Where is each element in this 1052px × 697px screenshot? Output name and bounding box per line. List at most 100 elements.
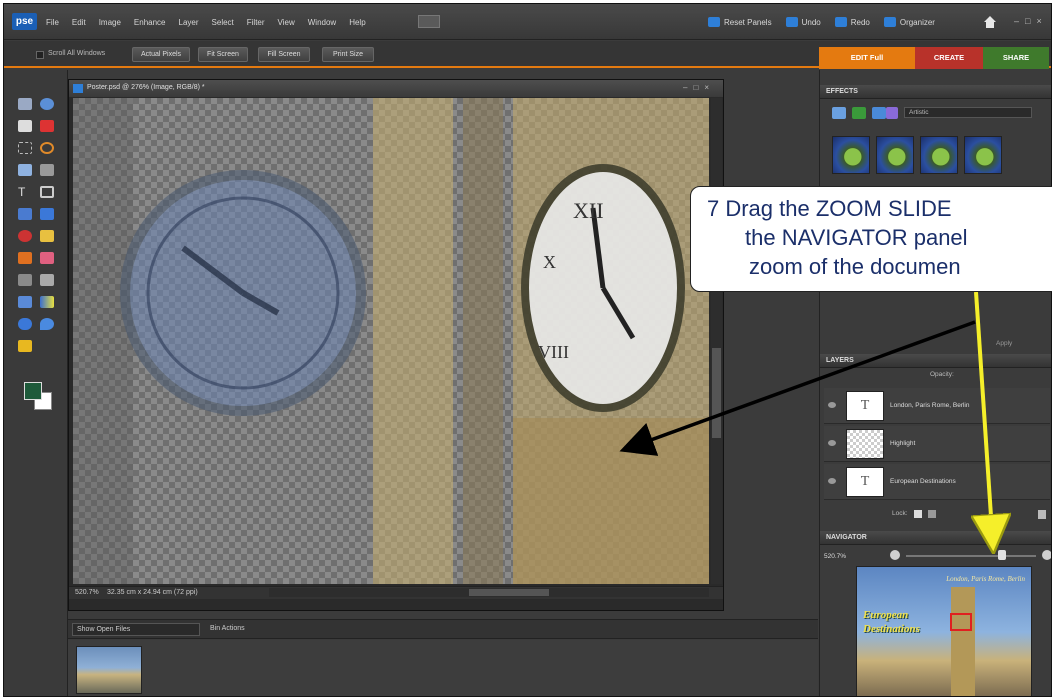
redo-button[interactable]: Redo [834,17,870,27]
layer-name: London, Paris Rome, Berlin [890,402,970,409]
zoom-slider-track[interactable] [906,555,1036,557]
visibility-eye-icon[interactable] [828,440,836,446]
organizer-label: Organizer [899,17,935,27]
effect-thumbnail-3[interactable] [920,136,958,174]
navigator-panel-header[interactable]: NAVIGATOR [820,531,1051,545]
quick-selection-tool-icon[interactable] [40,164,54,176]
image-canvas[interactable]: XII X VIII [73,98,709,584]
home-icon[interactable] [983,15,997,29]
window-controls[interactable]: –□× [1014,16,1048,26]
straighten-tool-icon[interactable] [40,208,54,220]
effects-category-select[interactable]: Artistic [904,107,1032,118]
clone-stamp-tool-icon[interactable] [18,252,32,264]
show-open-files-select[interactable]: Show Open Files [72,623,200,636]
brush-tool-icon[interactable] [18,274,32,286]
horizontal-scroll-thumb[interactable] [469,589,549,596]
toolbox: T [4,70,68,696]
undo-icon [785,17,798,27]
zoom-in-icon[interactable] [1042,550,1051,560]
effects-panel-header[interactable]: EFFECTS [820,85,1051,99]
layer-row[interactable]: T London, Paris Rome, Berlin [824,388,1050,424]
mode-tabs: EDIT Full CREATE SHARE [819,47,1049,69]
vertical-scroll-thumb[interactable] [712,348,721,438]
eyedropper-tool-icon[interactable] [40,120,54,132]
tab-edit-full[interactable]: EDIT Full [819,47,915,69]
scroll-all-checkbox[interactable] [36,51,44,59]
menu-edit[interactable]: Edit [72,18,86,27]
reset-panels-button[interactable]: Reset Panels [708,17,772,27]
effects-styles-icon[interactable] [852,107,866,119]
type-tool-icon[interactable]: T [18,186,32,198]
menu-view[interactable]: View [278,18,295,27]
zoom-out-icon[interactable] [890,550,900,560]
cookie-cutter-tool-icon[interactable] [18,208,32,220]
menu-file[interactable]: File [46,18,59,27]
healing-brush-tool-icon[interactable] [40,230,54,242]
trash-icon[interactable] [1038,510,1046,519]
zoom-slider-handle[interactable] [998,550,1006,560]
menu-enhance[interactable]: Enhance [134,18,166,27]
tab-create[interactable]: CREATE [915,47,983,69]
layout-menu-button[interactable] [418,15,440,28]
navigator-zoom-value: 520.7% [824,553,847,560]
menu-image[interactable]: Image [99,18,121,27]
effect-thumbnail-4[interactable] [964,136,1002,174]
menu-select[interactable]: Select [212,18,234,27]
menu-layer[interactable]: Layer [179,18,199,27]
smart-brush-tool-icon[interactable] [40,274,54,286]
lock-all-icon[interactable] [928,510,936,518]
layer-opacity-label[interactable]: Opacity: [930,371,954,378]
horizontal-scrollbar[interactable] [269,588,709,597]
open-file-thumbnail[interactable] [76,646,142,694]
undo-button[interactable]: Undo [785,17,821,27]
menu-help[interactable]: Help [349,18,365,27]
undo-label: Undo [801,17,821,27]
navigator-preview[interactable]: London, Paris Rome, Berlin European Dest… [856,566,1032,696]
tab-share[interactable]: SHARE [983,47,1049,69]
actual-pixels-button[interactable]: Actual Pixels [132,47,190,62]
fit-screen-button[interactable]: Fit Screen [198,47,248,62]
shape-tool-icon[interactable] [18,318,32,330]
effect-thumbnail-2[interactable] [876,136,914,174]
sponge-tool-icon[interactable] [18,340,32,352]
foreground-color-swatch[interactable] [24,382,42,400]
lock-transparent-icon[interactable] [914,510,922,518]
eraser-tool-icon[interactable] [40,252,54,264]
reset-panels-label: Reset Panels [724,17,772,27]
visibility-eye-icon[interactable] [828,478,836,484]
navigator-view-rectangle[interactable] [950,613,972,631]
app-logo: pse [12,13,37,30]
gradient-tool-icon[interactable] [40,296,54,308]
organizer-button[interactable]: Organizer [883,17,935,27]
effects-photo-effects-icon[interactable] [872,107,886,119]
effects-filters-icon[interactable] [832,107,846,119]
apply-effect-button[interactable]: Apply [996,340,1012,347]
red-eye-tool-icon[interactable] [18,230,32,242]
document-icon [73,84,83,93]
layer-row[interactable]: Highlight [824,426,1050,462]
magic-wand-tool-icon[interactable] [18,164,32,176]
visibility-eye-icon[interactable] [828,402,836,408]
layer-name: European Destinations [890,478,956,485]
menu-filter[interactable]: Filter [247,18,265,27]
document-title-bar[interactable]: Poster.psd @ 276% (Image, RGB/8) * –□× [69,80,723,97]
lasso-tool-icon[interactable] [40,142,54,154]
paint-bucket-tool-icon[interactable] [18,296,32,308]
zoom-tool-icon[interactable] [40,98,54,110]
blur-tool-icon[interactable] [40,318,54,330]
menu-window[interactable]: Window [308,18,336,27]
fill-screen-button[interactable]: Fill Screen [258,47,310,62]
hand-tool-icon[interactable] [18,120,32,132]
document-window-controls[interactable]: –□× [683,83,715,92]
crop-tool-icon[interactable] [40,186,54,198]
move-tool-icon[interactable] [18,98,32,110]
effect-thumbnail-1[interactable] [832,136,870,174]
marquee-tool-icon[interactable] [18,142,32,154]
layer-row[interactable]: T European Destinations [824,464,1050,500]
print-size-button[interactable]: Print Size [322,47,374,62]
layers-panel-header[interactable]: LAYERS [820,354,1051,368]
lock-label: Lock: [892,510,908,517]
bin-actions-menu[interactable]: Bin Actions [210,625,245,632]
effects-all-icon[interactable] [886,107,898,119]
vertical-scrollbar[interactable] [711,98,722,584]
